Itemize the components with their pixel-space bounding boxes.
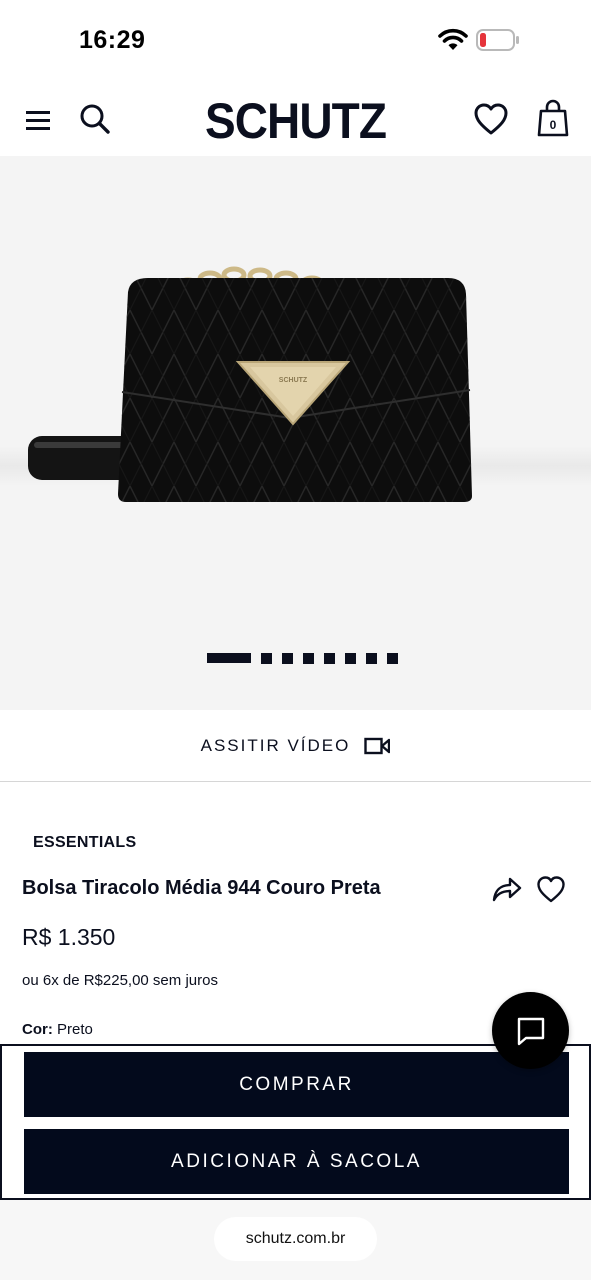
- favorite-heart-icon[interactable]: [536, 874, 566, 904]
- wishlist-heart-icon[interactable]: [472, 100, 510, 138]
- shopping-bag-button[interactable]: 0: [535, 98, 571, 140]
- carousel-dot-3[interactable]: [282, 652, 293, 664]
- chat-bubble-icon: [517, 1017, 544, 1045]
- watch-video-label: ASSITIR VÍDEO: [200, 735, 351, 755]
- share-icon[interactable]: [491, 874, 523, 904]
- carousel-indicator: [207, 652, 398, 664]
- site-header: SCHUTZ 0: [0, 80, 591, 156]
- carousel-dot-5[interactable]: [324, 652, 335, 664]
- installments-info: ou 6x de R$225,00 sem juros: [22, 972, 218, 989]
- color-selection: Cor: Preto: [22, 1021, 93, 1038]
- carousel-dot-4[interactable]: [303, 652, 314, 664]
- battery-icon: [476, 29, 519, 51]
- video-camera-icon: [364, 737, 391, 754]
- product-title: Bolsa Tiracolo Média 944 Couro Preta: [22, 877, 381, 899]
- wifi-icon: [438, 28, 468, 50]
- status-bar: 16:29: [0, 0, 591, 80]
- purchase-actions: COMPRAR ADICIONAR À SACOLA: [0, 1044, 591, 1200]
- carousel-dot-2[interactable]: [261, 652, 272, 664]
- product-collection: ESSENTIALS: [33, 834, 137, 851]
- status-time: 16:29: [79, 26, 146, 54]
- carousel-dot-7[interactable]: [366, 652, 377, 664]
- bag-count-badge: 0: [549, 118, 557, 132]
- bag-hardware-logo: SCHUTZ: [279, 377, 308, 384]
- watch-video-button[interactable]: ASSITIR VÍDEO: [0, 710, 591, 782]
- carousel-dot-1[interactable]: [207, 653, 251, 663]
- carousel-dot-8[interactable]: [387, 652, 398, 664]
- color-value: Preto: [52, 1021, 93, 1038]
- browser-bar: schutz.com.br: [0, 1200, 591, 1280]
- color-label: Cor:: [22, 1021, 53, 1038]
- product-image[interactable]: SCHUTZ: [20, 266, 490, 506]
- url-bar[interactable]: schutz.com.br: [214, 1217, 377, 1261]
- product-image-gallery[interactable]: SCHUTZ: [0, 156, 591, 710]
- product-price: R$ 1.350: [22, 924, 116, 950]
- carousel-dot-6[interactable]: [345, 652, 356, 664]
- add-to-bag-button[interactable]: ADICIONAR À SACOLA: [24, 1129, 569, 1194]
- buy-button[interactable]: COMPRAR: [24, 1052, 569, 1117]
- chat-button[interactable]: [492, 992, 569, 1069]
